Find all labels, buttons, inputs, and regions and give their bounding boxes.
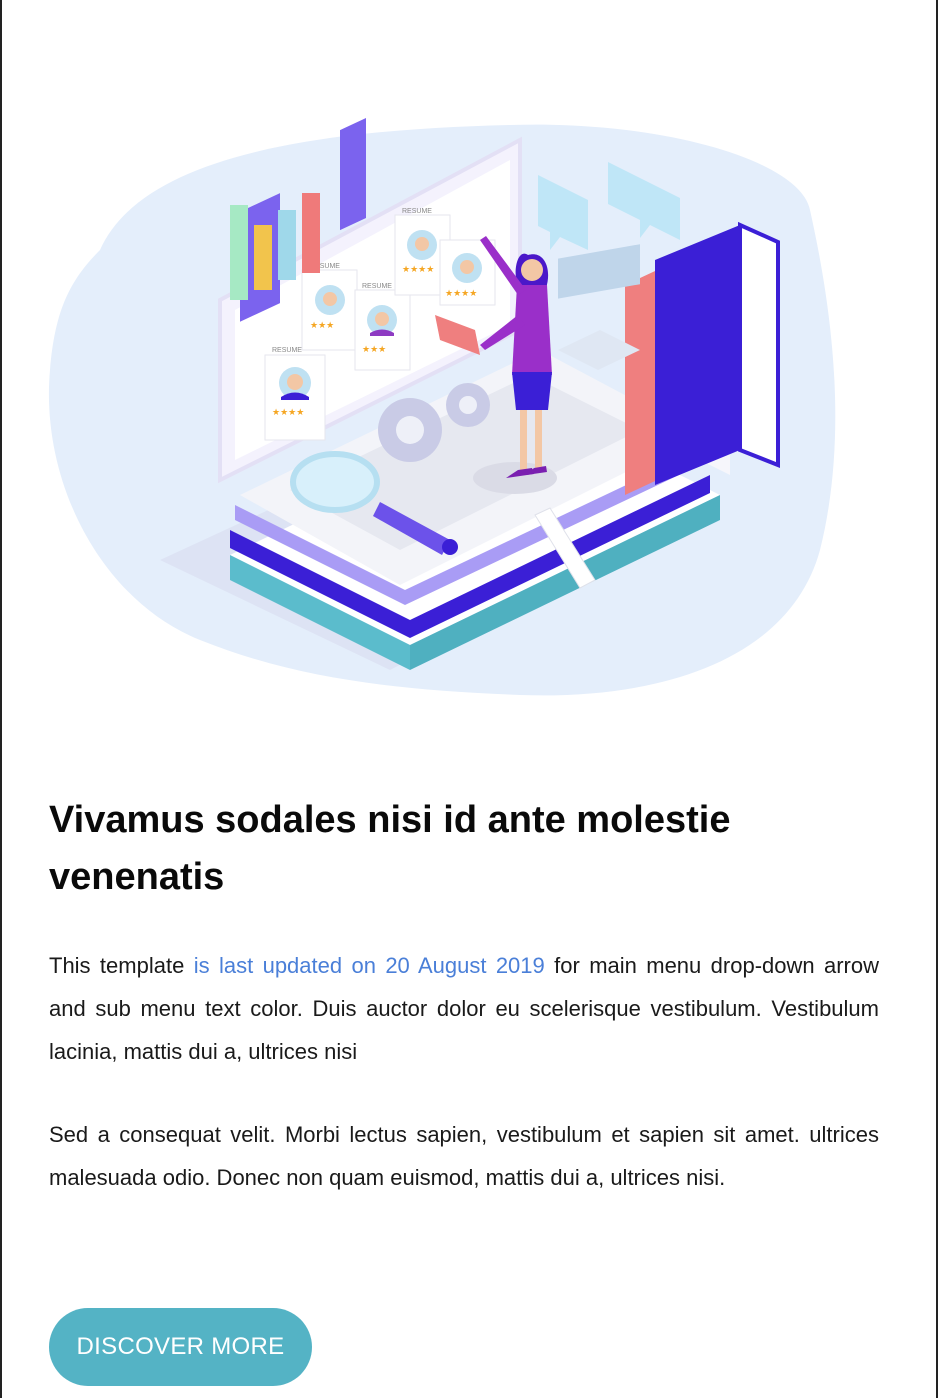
- paragraph-text: This template: [49, 953, 194, 978]
- svg-text:RESUME: RESUME: [272, 347, 302, 354]
- resume-card: RESUME ★★★: [301, 263, 358, 351]
- gear-icon: [446, 383, 490, 427]
- svg-text:★★★★: ★★★★: [445, 288, 477, 298]
- svg-text:★★★★: ★★★★: [272, 407, 304, 417]
- article-paragraph: This template is last updated on 20 Augu…: [49, 944, 879, 1073]
- svg-text:RESUME: RESUME: [402, 208, 432, 215]
- svg-text:★★★: ★★★: [310, 320, 334, 330]
- gear-icon: [378, 398, 442, 462]
- hero-illustration: RESUME ★★★★ RESUME ★★★ RESUME ★★★ RESUME…: [48, 117, 836, 696]
- updated-link[interactable]: is last updated on 20 August 2019: [194, 953, 545, 978]
- resume-card: RESUME ★★★★: [264, 347, 326, 441]
- svg-text:RESUME: RESUME: [362, 283, 392, 290]
- svg-text:★★★: ★★★: [362, 344, 386, 354]
- article-title: Vivamus sodales nisi id ante molestie ve…: [49, 799, 731, 898]
- svg-text:★★★★: ★★★★: [402, 264, 434, 274]
- resume-card: RESUME ★★★: [354, 283, 411, 371]
- article-paragraph: Sed a consequat velit. Morbi lectus sapi…: [49, 1122, 879, 1190]
- discover-more-button[interactable]: DISCOVER MORE: [49, 1308, 312, 1386]
